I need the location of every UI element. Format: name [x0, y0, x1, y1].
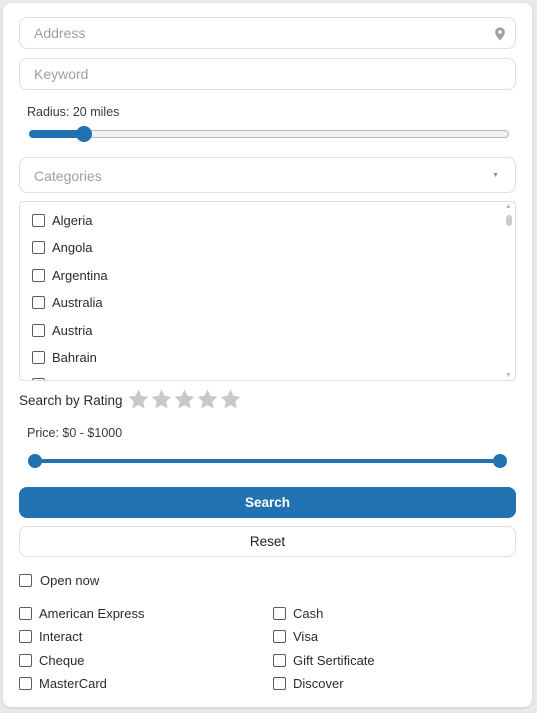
country-checklist[interactable]: Algeria Angola Argentina Australia Austr…: [19, 201, 516, 381]
radius-slider-track[interactable]: [29, 130, 509, 138]
checklist-scrollbar[interactable]: ▲ ▼: [503, 202, 515, 380]
price-label: Price: $0 - $1000: [27, 426, 123, 440]
star-icon[interactable]: [150, 388, 173, 411]
country-checkbox[interactable]: [32, 268, 45, 282]
country-label: Bahrain: [52, 349, 97, 365]
payment-checkbox[interactable]: [19, 629, 32, 643]
payment-label: Cheque: [39, 652, 85, 668]
country-label: Australia: [52, 294, 103, 310]
payment-checkbox[interactable]: [273, 676, 286, 690]
payment-label: Gift Sertificate: [293, 652, 375, 668]
payment-checkbox[interactable]: [273, 629, 286, 643]
location-pin-icon[interactable]: [494, 27, 506, 41]
payment-option[interactable]: Interact: [19, 627, 82, 645]
star-icon[interactable]: [173, 388, 196, 411]
list-item[interactable]: Angola: [32, 237, 92, 257]
search-filter-panel: Radius: 20 miles Categories ▼ Algeria An…: [3, 3, 532, 707]
open-now-option[interactable]: Open now: [19, 571, 99, 589]
price-max-handle[interactable]: [493, 454, 507, 468]
country-label: Argentina: [52, 267, 108, 283]
payment-option[interactable]: Cheque: [19, 651, 85, 669]
search-button[interactable]: Search: [19, 487, 516, 518]
keyword-field-wrapper: [19, 58, 516, 90]
payment-checkbox[interactable]: [19, 606, 32, 620]
payment-option[interactable]: Discover: [273, 674, 344, 692]
country-checkbox[interactable]: [32, 350, 45, 364]
country-checkbox[interactable]: [32, 240, 45, 254]
rating-label: Search by Rating: [19, 393, 123, 408]
payment-label: American Express: [39, 605, 145, 621]
list-item[interactable]: Bahrain: [32, 347, 97, 367]
categories-select-value: Categories: [34, 168, 102, 184]
country-checkbox[interactable]: [32, 213, 45, 227]
chevron-down-icon: ▼: [492, 172, 499, 179]
scrollbar-thumb[interactable]: [506, 215, 512, 226]
payment-checkbox[interactable]: [273, 606, 286, 620]
payment-option[interactable]: American Express: [19, 604, 144, 622]
rating-stars[interactable]: [127, 388, 242, 411]
payment-checkbox[interactable]: [19, 653, 32, 667]
open-now-label: Open now: [40, 572, 100, 588]
scroll-down-arrow-icon[interactable]: ▼: [505, 372, 512, 379]
star-icon[interactable]: [196, 388, 219, 411]
payment-label: Interact: [39, 628, 83, 644]
payment-label: Cash: [293, 605, 324, 621]
payment-option[interactable]: Gift Sertificate: [273, 651, 375, 669]
price-min-handle[interactable]: [28, 454, 42, 468]
payment-label: Discover: [293, 675, 344, 691]
star-icon[interactable]: [219, 388, 242, 411]
keyword-input[interactable]: [20, 59, 515, 89]
country-checkbox[interactable]: [32, 377, 45, 380]
payment-checkbox[interactable]: [19, 676, 32, 690]
address-input[interactable]: [20, 18, 515, 48]
country-label: Angola: [52, 239, 93, 255]
categories-select[interactable]: Categories ▼: [19, 157, 516, 193]
list-item[interactable]: Austria: [32, 320, 92, 340]
list-item[interactable]: Algeria: [32, 210, 92, 230]
reset-button[interactable]: Reset: [19, 526, 516, 557]
radius-label: Radius: 20 miles: [27, 105, 120, 119]
payment-label: Visa: [293, 628, 319, 644]
list-item[interactable]: Argentina: [32, 265, 108, 285]
payment-checkbox[interactable]: [273, 653, 286, 667]
country-checkbox[interactable]: [32, 323, 45, 337]
payment-option[interactable]: MasterCard: [19, 674, 107, 692]
list-item[interactable]: Australia: [32, 292, 103, 312]
radius-slider-handle[interactable]: [76, 126, 93, 142]
country-label: Algeria: [52, 212, 93, 228]
country-checkbox[interactable]: [32, 295, 45, 309]
country-label: Austria: [52, 322, 93, 338]
payment-option[interactable]: Cash: [273, 604, 323, 622]
payment-label: MasterCard: [39, 675, 107, 691]
open-now-checkbox[interactable]: [19, 573, 32, 587]
price-range-track[interactable]: [35, 459, 501, 463]
address-field-wrapper: [19, 17, 516, 49]
scroll-up-arrow-icon[interactable]: ▲: [505, 203, 512, 210]
payment-option[interactable]: Visa: [273, 627, 318, 645]
star-icon[interactable]: [127, 388, 150, 411]
list-item-partial[interactable]: [32, 374, 45, 380]
